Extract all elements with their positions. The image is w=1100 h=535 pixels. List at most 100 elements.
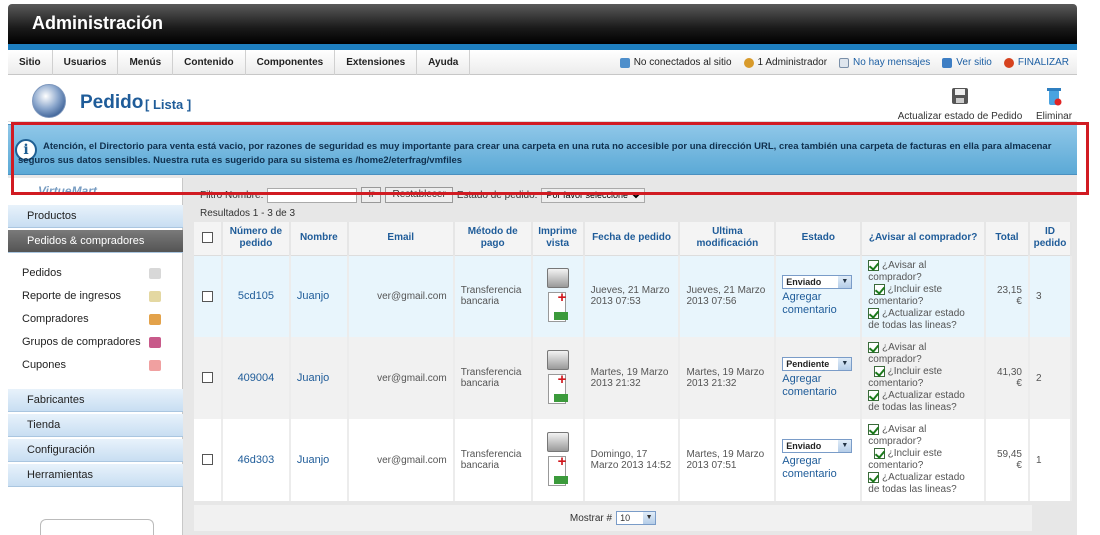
notify-checkbox[interactable] <box>868 341 880 353</box>
logout-link[interactable]: FINALIZAR <box>1003 57 1069 68</box>
status-bar: No conectados al sitio 1 Administrador N… <box>619 50 1069 75</box>
col-email[interactable]: Email <box>347 222 455 256</box>
col-id[interactable]: ID pedido <box>1028 222 1073 256</box>
email-cell: ver@gmail.com <box>347 255 455 337</box>
row-checkbox[interactable] <box>201 290 213 302</box>
sidebar-sub-cupones[interactable]: Cupones <box>8 354 183 377</box>
sidebar-sub-pedidos[interactable]: Pedidos <box>8 262 183 285</box>
filter-reset-button[interactable]: Restablecer <box>385 187 453 203</box>
add-comment-link[interactable]: Agregar comentario <box>782 373 854 399</box>
table-row: 46d303 Juanjo ver@gmail.com Transferenci… <box>194 419 1073 501</box>
sidebar-item-configuracion[interactable]: Configuración <box>8 439 183 462</box>
print-view-icon[interactable]: + <box>545 432 571 488</box>
add-comment-link[interactable]: Agregar comentario <box>782 291 854 317</box>
page-size-value: 10 <box>620 513 631 523</box>
table-row: 5cd105 Juanjo ver@gmail.com Transferenci… <box>194 255 1073 337</box>
include-comment-option: ¿Incluir este comentario? <box>868 447 978 472</box>
filter-go-button[interactable]: Ir <box>361 187 382 203</box>
include-comment-option: ¿Incluir este comentario? <box>868 284 978 308</box>
results-count: Resultados 1 - 3 de 3 <box>200 208 296 219</box>
update-status-button[interactable]: Actualizar estado de Pedido <box>896 86 1024 122</box>
update-lines-checkbox[interactable] <box>868 308 880 320</box>
menu-ayuda[interactable]: Ayuda <box>417 50 471 75</box>
notify-checkbox[interactable] <box>868 423 880 435</box>
add-comment-link[interactable]: Agregar comentario <box>782 455 854 481</box>
view-site-link[interactable]: Ver sitio <box>942 57 992 68</box>
print-view-icon[interactable]: + <box>545 350 571 406</box>
sidebar-item-fabricantes[interactable]: Fabricantes <box>8 389 183 412</box>
chevron-down-icon: ▼ <box>838 440 852 452</box>
update-lines-option: ¿Actualizar estado de todas las lineas? <box>868 472 978 496</box>
delete-label: Eliminar <box>1035 111 1073 122</box>
modified-cell: Martes, 19 Marzo 2013 21:32 <box>679 337 777 419</box>
sidebar-sub-grupos[interactable]: Grupos de compradores <box>8 331 183 354</box>
sidebar-sub-compradores[interactable]: Compradores <box>8 308 183 331</box>
delete-button[interactable]: Eliminar <box>1031 86 1077 122</box>
warning-text: Atención, el Directorio para venta está … <box>18 141 1052 166</box>
col-payment[interactable]: Método de pago <box>453 222 533 256</box>
customer-name[interactable]: Juanjo <box>297 372 329 384</box>
gift-icon <box>149 360 161 371</box>
menu-extensiones[interactable]: Extensiones <box>335 50 418 75</box>
page-size-select[interactable]: 10 ▼ <box>616 511 657 525</box>
pager: Mostrar # 10 ▼ <box>194 505 1032 531</box>
update-lines-checkbox[interactable] <box>868 390 880 402</box>
menu-sitio[interactable]: Sitio <box>8 50 53 75</box>
sidebar-item-herramientas[interactable]: Herramientas <box>8 464 183 487</box>
menu-contenido[interactable]: Contenido <box>173 50 246 75</box>
col-status[interactable]: Estado <box>775 222 863 256</box>
col-total[interactable]: Total <box>985 222 1030 256</box>
order-number-link[interactable]: 5cd105 <box>238 290 274 302</box>
id-cell: 2 <box>1028 337 1073 419</box>
update-lines-checkbox[interactable] <box>868 472 880 484</box>
update-lines-option: ¿Actualizar estado de todas las lineas? <box>868 390 978 414</box>
id-cell: 3 <box>1028 255 1073 337</box>
col-number[interactable]: Número de pedido <box>221 222 291 256</box>
menu-componentes[interactable]: Componentes <box>246 50 336 75</box>
include-comment-checkbox[interactable] <box>873 447 885 459</box>
status-cell: Enviado ▼ Agregar comentario <box>775 419 863 501</box>
update-lines-label: ¿Actualizar estado de todas las lineas? <box>868 308 965 332</box>
notify-checkbox[interactable] <box>868 260 880 272</box>
row-select-cell <box>194 419 223 501</box>
customer-name[interactable]: Juanjo <box>297 290 329 302</box>
admin-header: Administración <box>8 4 1077 44</box>
sidebar-sub-label: Compradores <box>22 313 89 325</box>
update-status-label: Actualizar estado de Pedido <box>897 111 1023 122</box>
status-select[interactable]: Pendiente ▼ <box>782 357 853 371</box>
messages-link[interactable]: No hay mensajes <box>839 57 930 68</box>
include-comment-checkbox[interactable] <box>873 365 885 377</box>
col-name[interactable]: Nombre <box>289 222 349 256</box>
print-view-icon[interactable]: + <box>545 268 571 324</box>
include-comment-checkbox[interactable] <box>873 284 885 296</box>
sidebar-item-productos[interactable]: Productos <box>8 205 183 228</box>
row-checkbox[interactable] <box>201 454 213 466</box>
order-number-link[interactable]: 46d303 <box>238 454 275 466</box>
sidebar-item-pedidos-compradores[interactable]: Pedidos & compradores <box>8 230 183 253</box>
select-all-header <box>194 222 223 256</box>
filter-name-input[interactable] <box>267 187 358 203</box>
sidebar-item-tienda[interactable]: Tienda <box>8 414 183 437</box>
payment-cell: Transferencia bancaria <box>453 419 533 501</box>
email-cell: ver@gmail.com <box>347 337 455 419</box>
menu-usuarios[interactable]: Usuarios <box>53 50 119 75</box>
page-subtitle: [ Lista ] <box>145 97 192 112</box>
shoppers-icon <box>149 314 161 325</box>
order-number-link[interactable]: 409004 <box>238 372 275 384</box>
status-select[interactable]: Enviado ▼ <box>782 275 853 290</box>
main-menu: Sitio Usuarios Menús Contenido Component… <box>8 50 471 75</box>
header-title: Administración <box>32 13 164 33</box>
print-cell: + <box>531 337 585 419</box>
sidebar-sub-reporte[interactable]: Reporte de ingresos <box>8 285 183 308</box>
col-created[interactable]: Fecha de pedido <box>583 222 681 256</box>
row-checkbox[interactable] <box>201 372 213 384</box>
created-cell: Martes, 19 Marzo 2013 21:32 <box>583 337 681 419</box>
select-all-checkbox[interactable] <box>201 232 213 244</box>
status-select[interactable]: Enviado ▼ <box>782 439 853 453</box>
col-print: Imprime vista <box>531 222 585 256</box>
col-modified[interactable]: Ultima modificación <box>679 222 777 256</box>
state-filter-select[interactable]: Por favor seleccione <box>541 187 646 203</box>
customer-name[interactable]: Juanjo <box>297 454 329 466</box>
monitor-icon <box>942 57 953 68</box>
menu-menus[interactable]: Menús <box>118 50 174 75</box>
